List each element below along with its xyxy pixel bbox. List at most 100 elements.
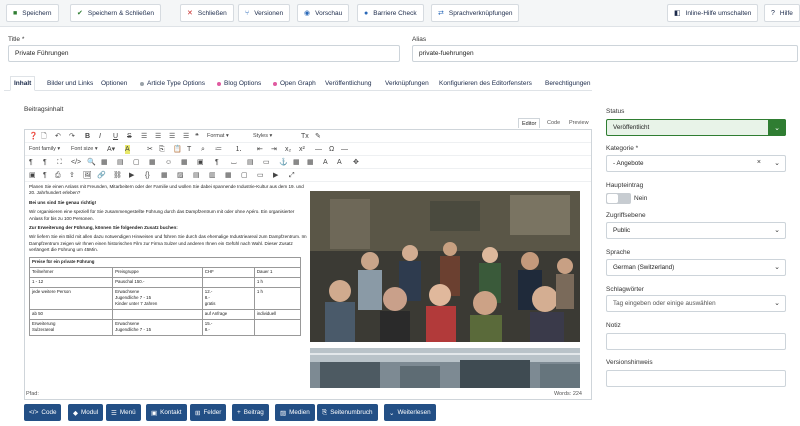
tab-blog-options[interactable]: Blog Options	[214, 76, 264, 91]
preview-icon[interactable]: 🔍	[87, 158, 96, 167]
access-select[interactable]: Public ⌄	[606, 222, 786, 239]
media-button[interactable]: ▨ Medien	[275, 404, 315, 421]
tab-bilder-links[interactable]: Bilder und Links	[44, 76, 96, 91]
tab-code[interactable]: Code	[544, 118, 563, 128]
language-links-button[interactable]: ⇄ Sprachverknüpfungen	[431, 4, 520, 22]
machine-hall-photo[interactable]	[310, 348, 580, 388]
link-icon[interactable]: 🔗	[97, 171, 106, 180]
justify-icon[interactable]: ☰	[183, 132, 189, 141]
tab-optionen[interactable]: Optionen	[98, 76, 130, 91]
expand-icon[interactable]: ⤢	[289, 171, 295, 180]
highlight-color-icon[interactable]: A	[125, 145, 130, 154]
columns-icon[interactable]: ▦	[225, 171, 232, 180]
insert-date-icon[interactable]: ▦	[181, 158, 188, 167]
category-select[interactable]: - Angebote × ⌄	[606, 155, 786, 172]
numbered-list-icon[interactable]: ⒈	[235, 145, 242, 154]
help-button[interactable]: ? Hilfe	[764, 4, 800, 22]
save-close-button[interactable]: ✔ Speichern & Schließen	[70, 4, 161, 22]
table-col-icon[interactable]: ▦	[307, 158, 314, 167]
tab-editorfenster[interactable]: Konfigurieren des Editorfensters	[436, 76, 535, 91]
language-select[interactable]: German (Switzerland) ⌄	[606, 259, 786, 276]
video-icon[interactable]: ▶	[273, 171, 278, 180]
layer-icon[interactable]: ▣	[197, 158, 204, 167]
paragraph-icon[interactable]: ¶	[43, 171, 47, 180]
cut-icon[interactable]: ✂	[147, 145, 153, 154]
menu-button[interactable]: ☰ Menü	[106, 404, 141, 421]
new-document-icon[interactable]: 🗋	[41, 132, 47, 141]
visual-blocks-icon[interactable]: ▤	[117, 158, 124, 167]
editor-content[interactable]: Planen Sie einen Anlass mit Freunden, Mi…	[29, 184, 309, 390]
word-count-icon[interactable]: ▤	[247, 158, 254, 167]
clear-format-icon[interactable]: Tx	[301, 132, 309, 141]
code-sample-icon[interactable]: {}	[145, 171, 150, 180]
font-size-select[interactable]: Font size ▾	[71, 145, 98, 154]
help-icon[interactable]: ❓	[29, 132, 38, 141]
outdent-icon[interactable]: ⇤	[257, 145, 263, 154]
tab-inhalt[interactable]: Inhalt	[10, 76, 36, 91]
redo-icon[interactable]: ↷	[69, 132, 75, 141]
template-icon[interactable]: ▢	[133, 158, 140, 167]
tab-editor[interactable]: Editor	[518, 118, 541, 128]
paintbrush-icon[interactable]: ✎	[315, 132, 321, 141]
omega-icon[interactable]: Ω	[329, 145, 334, 154]
alias-input[interactable]: private-fuehrungen	[412, 45, 798, 62]
bullet-list-icon[interactable]: ≔	[215, 145, 222, 154]
source-code-icon[interactable]: </>	[71, 158, 81, 167]
button-icon[interactable]: ▭	[257, 171, 264, 180]
search-replace-icon[interactable]: ⌕	[201, 145, 205, 154]
dash-icon[interactable]: —	[341, 145, 348, 154]
module-button[interactable]: ◆ Modul	[68, 404, 104, 421]
font-family-select[interactable]: Font family ▾	[29, 145, 60, 154]
superscript-icon[interactable]: x²	[299, 145, 305, 154]
preview-button[interactable]: ◉ Vorschau	[297, 4, 350, 22]
format-select[interactable]: Format ▾	[207, 132, 229, 141]
tab-preview[interactable]: Preview	[566, 118, 592, 128]
status-select[interactable]: Veröffentlicht ⌄	[606, 119, 786, 136]
box-icon[interactable]: ▢	[241, 171, 248, 180]
bold-icon[interactable]: B	[85, 132, 90, 141]
image-icon[interactable]: 🖼	[83, 171, 92, 180]
align-center-icon[interactable]: ☰	[155, 132, 161, 141]
subscript-icon[interactable]: x₂	[285, 145, 291, 154]
nbsp-icon[interactable]: ⌴	[231, 158, 237, 167]
gallery-icon[interactable]: ▥	[209, 171, 216, 180]
accordion-icon[interactable]: ▤	[193, 171, 200, 180]
version-note-input[interactable]	[606, 370, 786, 387]
barrier-check-button[interactable]: ● Barriere Check	[357, 4, 424, 22]
quote-icon[interactable]: ❝	[195, 132, 199, 141]
tab-berechtigungen[interactable]: Berechtigungen	[542, 76, 594, 91]
code-button[interactable]: </> Code	[24, 404, 62, 421]
unlink-icon[interactable]: ⛓	[113, 171, 122, 180]
paste-text-icon[interactable]: T	[187, 145, 191, 154]
anchor-icon[interactable]: ⚓	[279, 158, 288, 167]
table-props-icon[interactable]: ▦	[149, 158, 156, 167]
close-button[interactable]: ✕ Schließen	[180, 4, 234, 22]
tab-article-type[interactable]: Article Type Options	[137, 76, 208, 91]
contact-button[interactable]: ▣ Kontakt	[146, 404, 187, 421]
note-input[interactable]	[606, 333, 786, 350]
paste-icon[interactable]: 📋	[173, 145, 182, 154]
clear-icon[interactable]: ×	[757, 159, 761, 166]
crowd-photo[interactable]	[310, 191, 580, 342]
font-decrease-icon[interactable]: A	[337, 158, 342, 167]
rtl-icon[interactable]: ¶	[43, 158, 47, 167]
underline-icon[interactable]: U	[113, 132, 118, 141]
page-break-button[interactable]: ⎘ Seitenumbruch	[317, 404, 378, 421]
font-increase-icon[interactable]: A	[323, 158, 328, 167]
indent-icon[interactable]: ⇥	[271, 145, 277, 154]
featured-toggle[interactable]	[606, 193, 631, 204]
media-icon[interactable]: ▶	[129, 171, 134, 180]
print-icon[interactable]: ⎙	[55, 171, 61, 180]
move-icon[interactable]: ✥	[353, 158, 359, 167]
inline-help-button[interactable]: ◧ Inline-Hilfe umschalten	[667, 4, 759, 22]
table-row-icon[interactable]: ▦	[293, 158, 300, 167]
table-insert-icon[interactable]: ▦	[161, 171, 168, 180]
read-more-button[interactable]: ⌄ Weiterlesen	[384, 404, 436, 421]
strikethrough-icon[interactable]: S	[127, 132, 132, 141]
align-left-icon[interactable]: ☰	[141, 132, 147, 141]
styles-select[interactable]: Styles ▾	[253, 132, 272, 141]
text-color-icon[interactable]: A▾	[107, 145, 115, 154]
tags-input[interactable]: Tag eingeben oder einige auswählen ⌄	[606, 295, 786, 312]
tab-veroeffentlichung[interactable]: Veröffentlichung	[322, 76, 375, 91]
tab-verknuepfungen[interactable]: Verknüpfungen	[382, 76, 432, 91]
